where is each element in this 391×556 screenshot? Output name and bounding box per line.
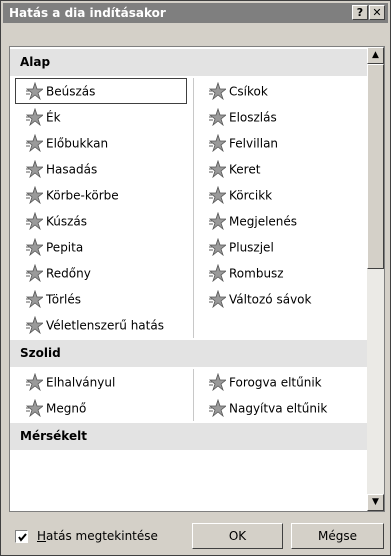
grow-icon (25, 398, 43, 417)
title-bar: Hatás a dia indításakor ? ✕ (3, 3, 388, 23)
effect-list[interactable]: Alap Beúszás Csíkok Ék Eloszlás Előbukkan Felv… (9, 46, 385, 512)
effect-item-label: Pluszjel (229, 240, 274, 255)
flash-icon (208, 133, 226, 152)
diamond-icon (208, 263, 226, 282)
effect-item-label: Körbe-körbe (46, 188, 119, 203)
fly-in-icon (25, 81, 43, 100)
effect-item[interactable]: Beúszás (15, 78, 187, 104)
plus-icon (208, 237, 226, 256)
wipe-icon (25, 289, 43, 308)
scroll-up-button[interactable]: ▲ (367, 47, 384, 64)
effect-dialog: Hatás a dia indításakor ? ✕ Alap Beúszás C… (0, 0, 391, 556)
scroll-thumb[interactable] (367, 64, 384, 269)
effect-item-label: Kúszás (46, 214, 88, 229)
category-header: Alap (10, 49, 367, 76)
effect-item[interactable]: Véletlenszerű hatás (15, 312, 187, 338)
effect-item[interactable]: Megnő (15, 395, 187, 421)
checkerboard-icon (25, 237, 43, 256)
effect-item[interactable]: Előbukkan (15, 130, 187, 156)
effect-item-label: Változó sávok (229, 292, 312, 307)
effect-item-label: Elhalványul (46, 375, 116, 390)
close-button[interactable]: ✕ (369, 5, 385, 20)
spin-out-icon (208, 372, 226, 391)
split-icon (25, 159, 43, 178)
column-divider (193, 78, 194, 338)
dialog-title: Hatás a dia indításakor (9, 6, 166, 20)
blinds-icon (208, 81, 226, 100)
effect-item[interactable]: Redőny (15, 260, 187, 286)
preview-label-text: atás megtekintése (46, 529, 158, 543)
effect-item[interactable]: Törlés (15, 286, 187, 312)
wedge-icon (25, 107, 43, 126)
vertical-scrollbar[interactable]: ▲ ▼ (367, 47, 384, 511)
effect-item[interactable]: Pluszjel (198, 234, 367, 260)
random-icon (25, 315, 43, 334)
preview-checkbox-box[interactable] (15, 530, 28, 543)
effect-item[interactable]: Felvillan (198, 130, 367, 156)
effect-item[interactable]: Eloszlás (198, 104, 367, 130)
circle-icon (25, 185, 43, 204)
category-header: Mérsékelt (10, 423, 367, 450)
fade-icon (25, 372, 43, 391)
help-button[interactable]: ? (352, 5, 368, 20)
category-header: Szolid (10, 340, 367, 367)
ok-button[interactable]: OK (192, 523, 283, 549)
effect-item[interactable]: Csíkok (198, 78, 367, 104)
effect-item[interactable]: Nagyítva eltűnik (198, 395, 367, 421)
cancel-button[interactable]: Mégse (291, 523, 384, 549)
effect-item-label: Megjelenés (229, 214, 298, 229)
effect-item-label: Ék (46, 110, 61, 125)
effect-item-label: Nagyítva eltűnik (229, 401, 328, 416)
effect-item-label: Csíkok (229, 84, 268, 99)
effect-list-content: Alap Beúszás Csíkok Ék Eloszlás Előbukkan Felv… (10, 47, 367, 511)
effect-item-label: Redőny (46, 266, 91, 281)
effect-item-label: Rombusz (229, 266, 284, 281)
effect-item-label: Megnő (46, 401, 87, 416)
effect-item[interactable]: Forogva eltűnik (198, 369, 367, 395)
zoom-out-icon (208, 398, 226, 417)
effect-item-label: Törlés (46, 292, 82, 307)
wheel-icon (208, 185, 226, 204)
appear-icon (208, 211, 226, 230)
effect-item[interactable]: Elhalványul (15, 369, 187, 395)
effect-item-label: Forogva eltűnik (229, 375, 322, 390)
effect-item[interactable]: Rombusz (198, 260, 367, 286)
dissolve-icon (208, 107, 226, 126)
box-icon (208, 159, 226, 178)
effect-item-label: Eloszlás (229, 110, 277, 125)
effect-item-label: Felvillan (229, 136, 279, 151)
shutter-icon (25, 263, 43, 282)
effect-item[interactable]: Ék (15, 104, 187, 130)
effect-item-label: Véletlenszerű hatás (46, 318, 164, 333)
effect-item[interactable]: Körbe-körbe (15, 182, 187, 208)
effect-item-label: Előbukkan (46, 136, 109, 151)
preview-label-accel: H (37, 529, 47, 543)
effect-item[interactable]: Keret (198, 156, 367, 182)
effect-item-label: Pepita (46, 240, 84, 255)
effect-item[interactable]: Kúszás (15, 208, 187, 234)
peek-icon (25, 133, 43, 152)
column-divider (193, 369, 194, 421)
effect-item-label: Hasadás (46, 162, 98, 177)
effect-item-label: Körcikk (229, 188, 273, 203)
effect-item[interactable]: Hasadás (15, 156, 187, 182)
effect-item-label: Beúszás (46, 84, 96, 99)
strips-icon (208, 289, 226, 308)
effect-item[interactable]: Változó sávok (198, 286, 367, 312)
crawl-icon (25, 211, 43, 230)
effect-item[interactable]: Körcikk (198, 182, 367, 208)
effect-item[interactable]: Megjelenés (198, 208, 367, 234)
scroll-down-button[interactable]: ▼ (367, 494, 384, 511)
preview-checkbox-label[interactable]: Hatás megtekintése (37, 529, 158, 543)
effect-item-label: Keret (229, 162, 261, 177)
checkmark-icon (18, 533, 27, 542)
effect-item[interactable]: Pepita (15, 234, 187, 260)
